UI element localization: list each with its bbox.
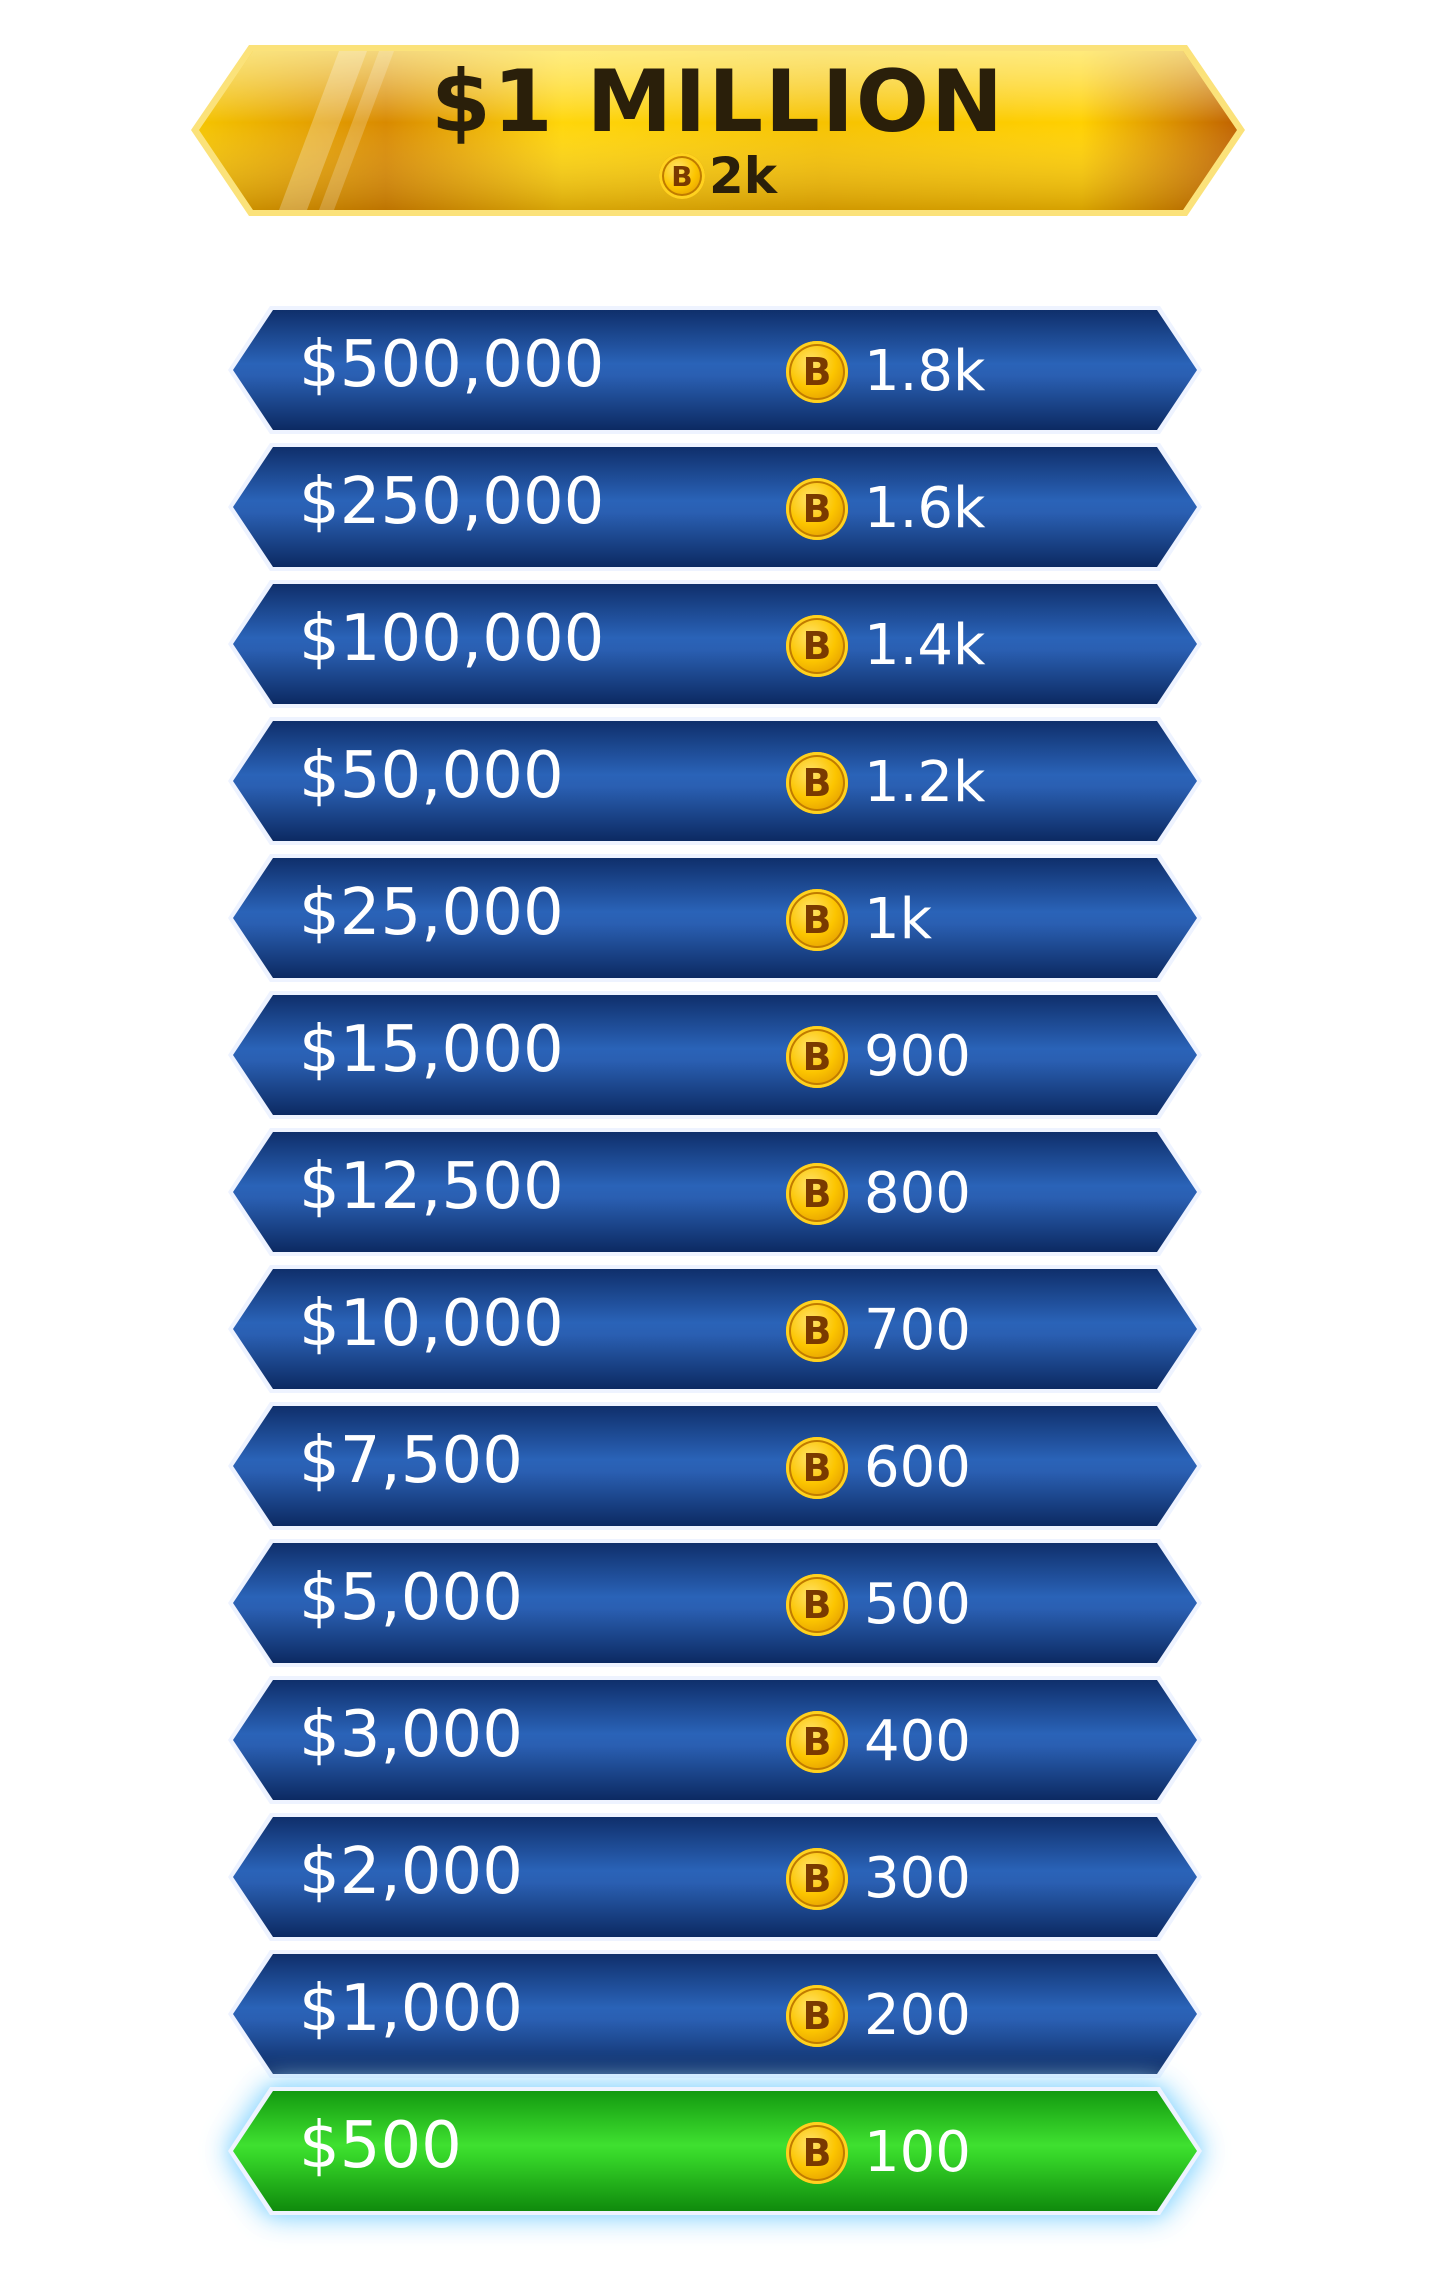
ladder-rung-9: $7,500 B 600: [226, 1401, 1204, 1531]
coin-icon: B: [786, 341, 848, 403]
rung-coin-value: 200: [864, 1983, 971, 2048]
rung-amount: $500: [299, 2109, 462, 2183]
rung-amount: $1,000: [299, 1972, 523, 2046]
rung-amount: $2,000: [299, 1835, 523, 1909]
rung-coin-value: 1.2k: [864, 750, 986, 815]
coin-icon: B: [786, 1711, 848, 1773]
rung-coin-value: 800: [864, 1161, 971, 1226]
rung-coin-value: 300: [864, 1846, 971, 1911]
coin-icon: B: [786, 478, 848, 540]
rung-reward: B 600: [786, 1437, 971, 1499]
ladder-rung-12: $2,000 B 300: [226, 1812, 1204, 1942]
rung-reward: B 900: [786, 1026, 971, 1088]
coin-icon: B: [786, 752, 848, 814]
rung-coin-value: 500: [864, 1572, 971, 1637]
ladder-rung-13: $1,000 B 200: [226, 1949, 1204, 2079]
rung-coin-value: 1.8k: [864, 339, 986, 404]
coin-icon: B: [786, 1848, 848, 1910]
rung-amount: $3,000: [299, 1698, 523, 1772]
coin-icon: B: [786, 1300, 848, 1362]
rung-reward: B 800: [786, 1163, 971, 1225]
rung-reward: B 100: [786, 2122, 971, 2184]
rung-reward: B 1.4k: [786, 615, 986, 677]
ladder-rung-5: $25,000 B 1k: [226, 853, 1204, 983]
ladder-rung-2: $250,000 B 1.6k: [226, 442, 1204, 572]
rung-coin-value: 100: [864, 2120, 971, 2185]
coin-icon: B: [658, 153, 705, 199]
rung-reward: B 200: [786, 1985, 971, 2047]
rung-coin-value: 700: [864, 1298, 971, 1363]
rung-coin-value: 600: [864, 1435, 971, 1500]
rung-amount: $500,000: [299, 328, 605, 402]
rung-reward: B 1k: [786, 889, 932, 951]
rung-reward: B 400: [786, 1711, 971, 1773]
prize-ladder: $500,000 B 1.8k $250,000 B 1.6k $100,000…: [226, 305, 1204, 2223]
ladder-rung-4: $50,000 B 1.2k: [226, 716, 1204, 846]
rung-reward: B 1.6k: [786, 478, 986, 540]
coin-icon: B: [786, 1574, 848, 1636]
coin-icon: B: [786, 1985, 848, 2047]
rung-amount: $250,000: [299, 465, 605, 539]
rung-coin-value: 1.4k: [864, 613, 986, 678]
rung-coin-value: 900: [864, 1024, 971, 1089]
rung-amount: $100,000: [299, 602, 605, 676]
rung-coin-value: 1.6k: [864, 476, 986, 541]
ladder-rung-11: $3,000 B 400: [226, 1675, 1204, 1805]
rung-amount: $5,000: [299, 1561, 523, 1635]
rung-reward: B 700: [786, 1300, 971, 1362]
rung-reward: B 300: [786, 1848, 971, 1910]
rung-amount: $7,500: [299, 1424, 523, 1498]
rung-reward: B 1.2k: [786, 752, 986, 814]
top-prize-coin-value: 2k: [708, 147, 778, 205]
coin-icon: B: [786, 1026, 848, 1088]
ladder-rung-10: $5,000 B 500: [226, 1538, 1204, 1668]
coin-icon: B: [786, 2122, 848, 2184]
rung-coin-value: 1k: [864, 887, 933, 952]
ladder-rung-1: $500,000 B 1.8k: [226, 305, 1204, 435]
ladder-rung-8: $10,000 B 700: [226, 1264, 1204, 1394]
rung-reward: B 500: [786, 1574, 971, 1636]
ladder-rung-14: $500 B 100: [226, 2086, 1204, 2216]
rung-amount: $10,000: [299, 1287, 564, 1361]
rung-reward: B 1.8k: [786, 341, 986, 403]
top-prize-banner: $1 MILLION B 2k: [189, 43, 1247, 218]
coin-icon: B: [786, 889, 848, 951]
coin-icon: B: [786, 1163, 848, 1225]
rung-amount: $15,000: [299, 1013, 564, 1087]
ladder-rung-7: $12,500 B 800: [226, 1127, 1204, 1257]
coin-icon: B: [786, 615, 848, 677]
top-prize-coins: B 2k: [189, 151, 1247, 201]
rung-amount: $12,500: [299, 1150, 564, 1224]
coin-icon: B: [786, 1437, 848, 1499]
top-prize-amount: $1 MILLION: [431, 52, 1005, 152]
rung-coin-value: 400: [864, 1709, 971, 1774]
ladder-rung-6: $15,000 B 900: [226, 990, 1204, 1120]
rung-amount: $50,000: [299, 739, 564, 813]
ladder-rung-3: $100,000 B 1.4k: [226, 579, 1204, 709]
rung-amount: $25,000: [299, 876, 564, 950]
